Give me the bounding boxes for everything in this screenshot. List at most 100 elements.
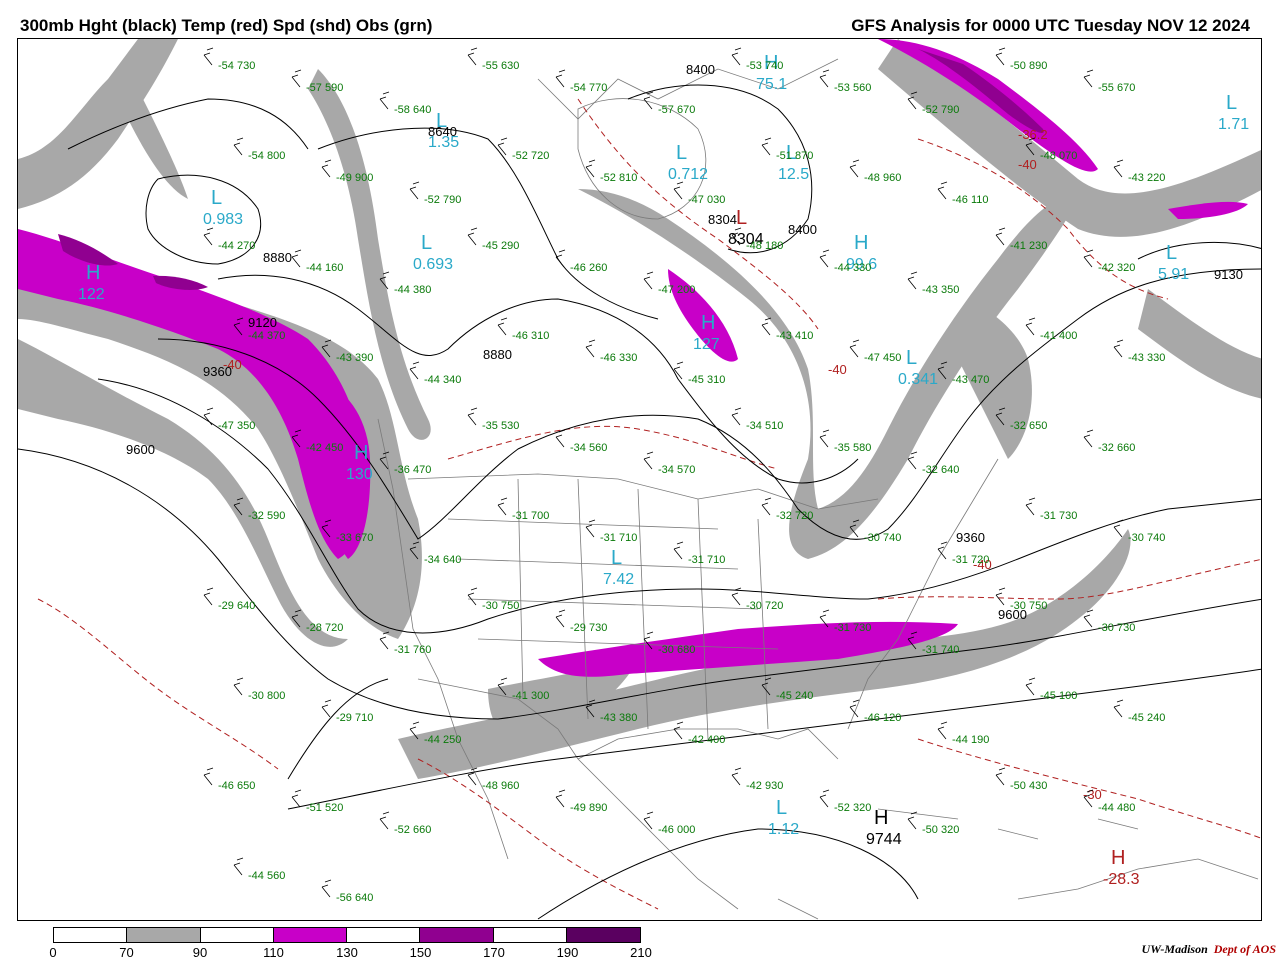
pressure-center-letter: L: [906, 347, 917, 369]
station-observation: -32 590: [248, 510, 285, 522]
height-contour-label: 8304: [708, 212, 737, 227]
wind-barb: [555, 609, 566, 628]
height-contour-label: 9130: [1214, 267, 1243, 282]
station-observation: -55 630: [482, 60, 519, 72]
station-observation: -49 900: [336, 172, 373, 184]
station-observation: -47 450: [864, 352, 901, 364]
wind-barb: [291, 789, 302, 808]
wind-barb: [555, 249, 566, 268]
station-observation: -52 790: [424, 194, 461, 206]
station-observation: -31 740: [922, 644, 959, 656]
station-observation: -45 100: [1040, 690, 1077, 702]
legend-swatch: [54, 928, 128, 942]
legend-tick-label: 150: [409, 945, 432, 960]
wind-barb: [379, 811, 390, 830]
height-contour-label: 8640: [428, 124, 457, 139]
wind-barb: [761, 317, 772, 336]
wind-barb: [819, 429, 830, 448]
station-observation: -32 650: [1010, 420, 1047, 432]
station-observation: -44 190: [952, 734, 989, 746]
station-observation: -56 640: [336, 892, 373, 904]
pressure-center-value: 75.1: [756, 76, 787, 93]
station-observation: -44 340: [424, 374, 461, 386]
wind-barb: [585, 519, 596, 538]
station-observation: -31 760: [394, 644, 431, 656]
legend-swatch: [347, 928, 421, 942]
station-observation: -46 260: [570, 262, 607, 274]
station-observation: -43 470: [952, 374, 989, 386]
station-observation: -46 650: [218, 780, 255, 792]
wind-barb: [907, 271, 918, 290]
station-observation: -44 370: [248, 330, 285, 342]
station-observation: -50 430: [1010, 780, 1047, 792]
legend-swatch: [420, 928, 494, 942]
map-canvas: L0.983L1.35L0.693L0.712L12.5H75.1H122H13…: [18, 39, 1261, 920]
legend-swatch: [566, 928, 640, 942]
wind-barb: [819, 69, 830, 88]
wind-barb: [233, 677, 244, 696]
height-contour-label: 9600: [126, 442, 155, 457]
station-observation: -52 320: [834, 802, 871, 814]
wind-barb: [819, 789, 830, 808]
station-observation: -44 560: [248, 870, 285, 882]
wind-barb: [233, 137, 244, 156]
pressure-center-value: 5.91: [1158, 266, 1189, 283]
station-observation: -47 350: [218, 420, 255, 432]
station-observation: -31 710: [600, 532, 637, 544]
height-contour-label: 8400: [788, 222, 817, 237]
station-observation: -30 750: [1010, 600, 1047, 612]
credit-institution: UW-Madison: [1141, 942, 1208, 956]
wind-barb: [321, 879, 332, 898]
station-observation: -42 930: [746, 780, 783, 792]
wind-barb: [203, 587, 214, 606]
station-observation: -47 030: [688, 194, 725, 206]
legend-swatch: [493, 928, 567, 942]
wind-barb: [731, 407, 742, 426]
speed-shading-150-170: [58, 49, 1044, 290]
pressure-center-letter: L: [211, 187, 222, 209]
wind-barb: [1113, 699, 1124, 718]
station-observation: -57 590: [306, 82, 343, 94]
station-observation: -54 800: [248, 150, 285, 162]
station-observation: -47 200: [658, 284, 695, 296]
pressure-center-value: 0.712: [668, 166, 708, 183]
station-observation: -32 720: [776, 510, 813, 522]
legend-tick-label: 90: [192, 945, 208, 960]
station-observation: -28 720: [306, 622, 343, 634]
pressure-center-value: -28.3: [1103, 871, 1140, 888]
credit-department: Dept of AOS: [1213, 942, 1276, 956]
station-observation: -43 330: [1128, 352, 1165, 364]
wind-barb: [555, 789, 566, 808]
wind-barb: [819, 249, 830, 268]
station-observation: -44 160: [306, 262, 343, 274]
station-observation: -30 740: [1128, 532, 1165, 544]
wind-barb: [673, 361, 684, 380]
analysis-timestamp: GFS Analysis for 0000 UTC Tuesday NOV 12…: [851, 16, 1250, 35]
legend-swatch: [200, 928, 274, 942]
wind-barb: [849, 699, 860, 718]
station-observation: -52 660: [394, 824, 431, 836]
station-observation: -51 870: [776, 150, 813, 162]
wind-barb: [673, 541, 684, 560]
station-observation: -34 510: [746, 420, 783, 432]
wind-barb: [1113, 339, 1124, 358]
station-observation: -50 890: [1010, 60, 1047, 72]
wind-barb: [995, 227, 1006, 246]
station-observation: -43 380: [600, 712, 637, 724]
isotherm-mexico: [417, 758, 659, 910]
wind-barb: [409, 361, 420, 380]
legend-tick-label: 170: [483, 945, 505, 960]
station-observation: -29 640: [218, 600, 255, 612]
legend-tick-label: 130: [336, 945, 358, 960]
station-observation: -44 270: [218, 240, 255, 252]
legend-tick-label: 0: [49, 945, 57, 960]
station-observation: -45 240: [1128, 712, 1165, 724]
credit-line: UW-Madison Dept of AOS: [1142, 942, 1276, 957]
wind-barb: [1083, 429, 1094, 448]
station-observation: -48 180: [746, 240, 783, 252]
station-observation: -30 730: [1098, 622, 1135, 634]
isotherm-plains: [447, 425, 779, 470]
legend-tick-label: 210: [630, 945, 652, 960]
legend-tick-label: 110: [263, 945, 284, 960]
wind-barb: [937, 181, 948, 200]
